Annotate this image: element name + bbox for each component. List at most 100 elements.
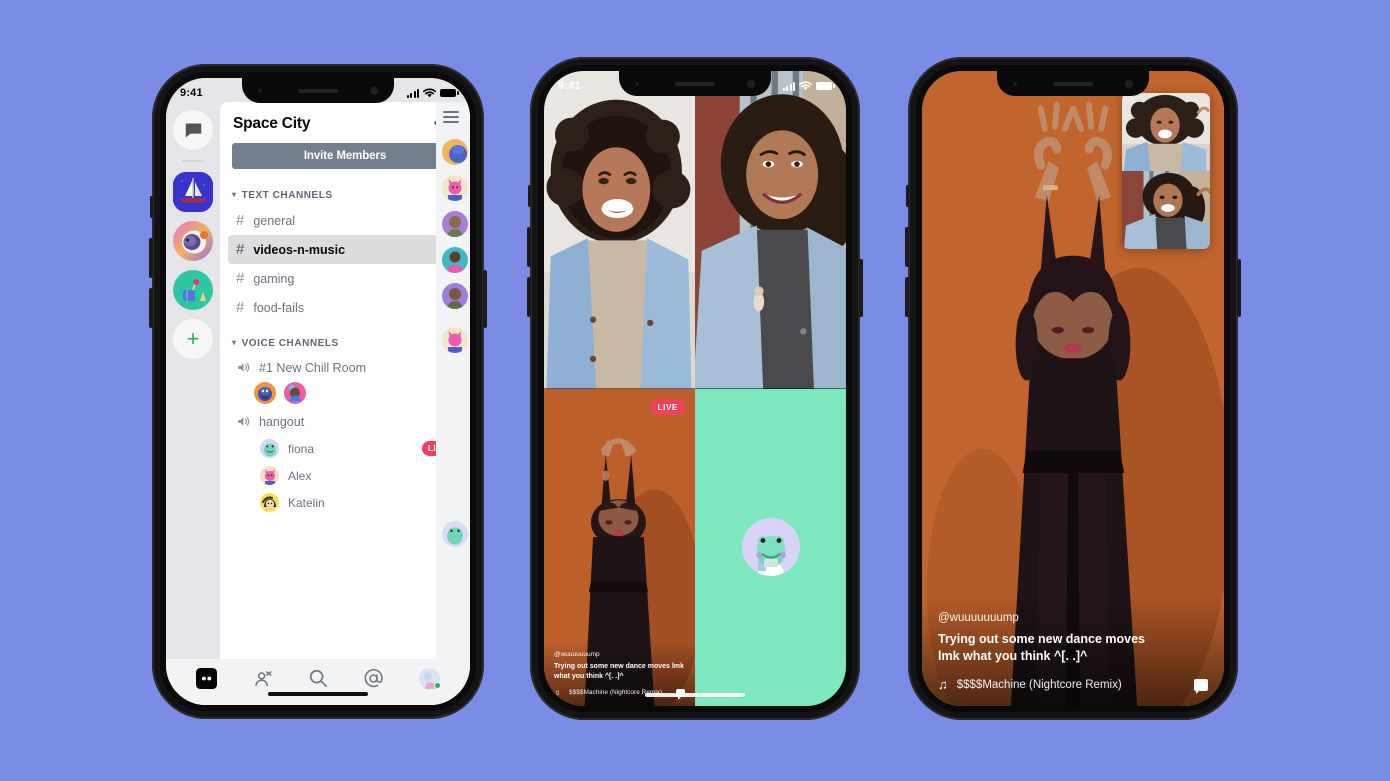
voice-member-alex[interactable]: Alex bbox=[228, 462, 462, 489]
list-item[interactable] bbox=[442, 175, 468, 201]
avatar[interactable] bbox=[284, 382, 306, 404]
bottom-tab-bar bbox=[166, 659, 470, 705]
channel-label: videos-n-music bbox=[253, 242, 346, 257]
chat-bubble-icon bbox=[185, 123, 201, 137]
list-item[interactable] bbox=[442, 247, 468, 273]
hash-icon: # bbox=[236, 270, 245, 287]
status-indicators bbox=[406, 88, 459, 98]
participant-video-2[interactable] bbox=[695, 71, 846, 389]
bunny-avatar bbox=[442, 327, 468, 353]
earpiece-speaker-icon bbox=[298, 88, 338, 93]
front-camera-icon bbox=[370, 86, 378, 95]
teal-portrait-avatar bbox=[442, 247, 468, 273]
pip-video-1[interactable] bbox=[1122, 93, 1210, 171]
category-text-channels[interactable]: ▾ TEXT CHANNELS bbox=[220, 181, 470, 206]
proximity-sensor-icon bbox=[1013, 81, 1017, 86]
status-time: 9:41 bbox=[558, 80, 581, 92]
astronaut-server-icon bbox=[173, 221, 213, 261]
tab-profile[interactable] bbox=[419, 667, 442, 689]
blue-bird-avatar bbox=[442, 139, 468, 165]
earpiece-speaker-icon bbox=[1053, 81, 1093, 86]
picture-in-picture-panel[interactable] bbox=[1122, 93, 1210, 249]
sidebar-item-space-city[interactable] bbox=[173, 172, 213, 212]
chevron-down-icon: ▾ bbox=[232, 190, 237, 199]
status-indicators bbox=[782, 81, 835, 91]
screenshot-stage: 9:41 + Space City Invite Members ▾ TEXT … bbox=[0, 0, 1390, 781]
frog-avatar bbox=[741, 518, 800, 577]
invite-members-button[interactable]: Invite Members bbox=[232, 143, 458, 169]
phone-3-volume-down bbox=[905, 277, 909, 317]
voice-channel-new-chill-room[interactable]: #1 New Chill Room bbox=[228, 354, 462, 381]
voice-member-fiona[interactable]: fiona LIVE bbox=[228, 435, 462, 462]
voice-member-name: fiona bbox=[288, 441, 315, 456]
sidebar-item-astronaut-server[interactable] bbox=[173, 221, 213, 261]
frog-avatar bbox=[260, 439, 279, 458]
sailboat-server-icon bbox=[173, 172, 213, 212]
now-playing-row: ♫ $$$$Machine (Nightcore Remix) bbox=[938, 677, 1208, 694]
phone-3-notch bbox=[997, 71, 1149, 96]
hash-icon: # bbox=[236, 212, 245, 229]
channel-label: gaming bbox=[253, 271, 295, 286]
voice-member-katelin[interactable]: Katelin bbox=[228, 489, 462, 516]
voice-channel-label: #1 New Chill Room bbox=[259, 360, 366, 375]
phone-1-power-button bbox=[483, 270, 487, 328]
at-mention-icon bbox=[364, 668, 383, 687]
member-list-peek[interactable] bbox=[436, 102, 470, 659]
category-label: TEXT CHANNELS bbox=[241, 190, 333, 201]
phone-1-home-indicator[interactable] bbox=[268, 692, 368, 696]
list-item[interactable] bbox=[442, 521, 468, 547]
channel-label: general bbox=[253, 213, 296, 228]
channel-gaming[interactable]: # gaming bbox=[228, 264, 462, 293]
phone-3-mute-switch bbox=[906, 185, 909, 207]
video-call-grid: LIVE @wuuuuuuump Trying out some new dan… bbox=[544, 71, 846, 706]
screen-share-stream[interactable]: LIVE @wuuuuuuump Trying out some new dan… bbox=[544, 388, 695, 706]
sidebar-item-teal-server[interactable] bbox=[173, 270, 213, 310]
tab-friends[interactable] bbox=[252, 669, 273, 688]
comment-bubble-icon[interactable] bbox=[1194, 678, 1208, 694]
stream-caption: Trying out some new dance moves lmk what… bbox=[938, 632, 1146, 663]
phone-1-frame: 9:41 + Space City Invite Members ▾ TEXT … bbox=[149, 64, 487, 719]
hash-icon: # bbox=[236, 241, 245, 258]
status-time: 9:41 bbox=[180, 87, 203, 99]
category-voice-channels[interactable]: ▾ VOICE CHANNELS bbox=[220, 322, 470, 354]
stream-overlay: @wuuuuuuump Trying out some new dance mo… bbox=[922, 598, 1224, 706]
avatar bbox=[260, 493, 279, 512]
channel-videos-n-music[interactable]: # videos-n-music bbox=[228, 235, 462, 264]
fullscreen-stream[interactable]: @wuuuuuuump Trying out some new dance mo… bbox=[922, 71, 1224, 706]
phone-2-home-indicator[interactable] bbox=[645, 693, 745, 697]
avatar[interactable] bbox=[254, 382, 276, 404]
speaker-icon bbox=[238, 363, 250, 372]
list-item[interactable] bbox=[442, 139, 468, 165]
voice-channel-label: hangout bbox=[259, 414, 305, 429]
phone-1-notch bbox=[242, 78, 394, 103]
channel-food-fails[interactable]: # food-fails bbox=[228, 293, 462, 322]
phone-2-screen: 9:41 LIVE @wuuuuuuump Trying out some ne… bbox=[544, 71, 846, 706]
tab-servers[interactable] bbox=[195, 667, 217, 689]
list-item[interactable] bbox=[442, 211, 468, 237]
participant-video-2-frame bbox=[695, 71, 846, 389]
add-server-button[interactable]: + bbox=[173, 319, 213, 359]
phone-3-screen: @wuuuuuuump Trying out some new dance mo… bbox=[922, 71, 1224, 706]
sidebar-item-home-dms[interactable] bbox=[173, 110, 213, 150]
frog-avatar bbox=[442, 521, 468, 547]
server-rail: + bbox=[166, 78, 220, 705]
list-item[interactable] bbox=[442, 283, 468, 309]
proximity-sensor-icon bbox=[258, 88, 262, 93]
pip-video-2[interactable] bbox=[1122, 171, 1210, 249]
participant-avatar-tile[interactable] bbox=[695, 388, 846, 706]
discord-app: + Space City ••• Invite Members ▾ TEXT C… bbox=[166, 78, 470, 705]
channel-label: food-fails bbox=[253, 300, 305, 315]
proximity-sensor-icon bbox=[635, 81, 639, 86]
participant-video-1[interactable] bbox=[544, 71, 695, 389]
voice-channel-hangout[interactable]: hangout bbox=[228, 408, 462, 435]
phone-2-frame: 9:41 LIVE @wuuuuuuump Trying out some ne… bbox=[527, 57, 863, 720]
tab-search[interactable] bbox=[308, 668, 328, 688]
phone-2-volume-down bbox=[527, 277, 531, 317]
picnic-server-icon bbox=[173, 270, 213, 310]
tab-mentions[interactable] bbox=[363, 668, 384, 689]
cellular-bars-icon bbox=[782, 81, 795, 91]
rail-divider bbox=[182, 160, 204, 162]
battery-icon bbox=[440, 89, 459, 97]
channel-general[interactable]: # general bbox=[228, 206, 462, 235]
list-item[interactable] bbox=[442, 327, 468, 353]
